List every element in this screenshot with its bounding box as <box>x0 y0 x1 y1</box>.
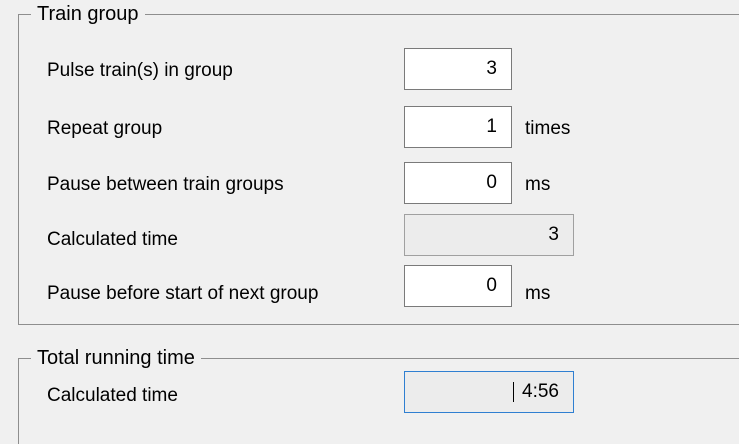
pulse-trains-input[interactable] <box>404 48 512 90</box>
repeat-group-label: Repeat group <box>47 118 163 139</box>
repeat-group-unit: times <box>525 118 571 139</box>
repeat-group-input[interactable] <box>404 106 512 148</box>
total-running-time-title: Total running time <box>31 345 201 371</box>
pause-before-next-group-unit: ms <box>525 283 551 304</box>
pause-before-next-group-label: Pause before start of next group <box>47 283 319 304</box>
pause-between-groups-input[interactable] <box>404 162 512 204</box>
total-calculated-time-label: Calculated time <box>47 385 178 406</box>
calculated-time-field <box>404 214 574 256</box>
pulse-trains-label: Pulse train(s) in group <box>47 60 233 81</box>
calculated-time-label: Calculated time <box>47 229 178 250</box>
pause-between-groups-label: Pause between train groups <box>47 174 284 195</box>
total-calculated-time-field[interactable] <box>404 371 574 413</box>
text-cursor <box>513 382 514 402</box>
pause-between-groups-unit: ms <box>525 174 551 195</box>
train-group-title: Train group <box>31 1 145 27</box>
pause-before-next-group-input[interactable] <box>404 265 512 307</box>
